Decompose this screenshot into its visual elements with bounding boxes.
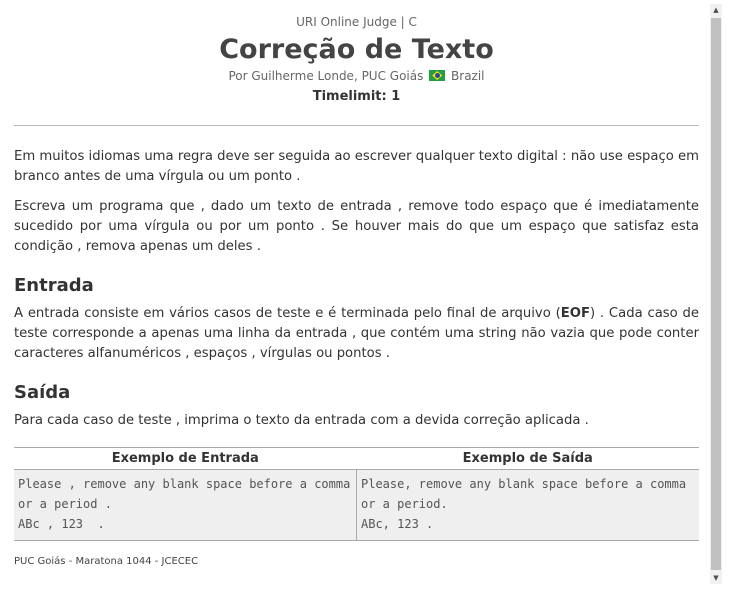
description-paragraph-2: Escreva um programa que , dado um texto … (14, 199, 699, 254)
problem-header: URI Online Judge | C Correção de Texto P… (14, 15, 699, 105)
problem-description: Em muitos idiomas uma regra deve ser seg… (14, 147, 699, 257)
timelimit-label: Timelimit: 1 (312, 89, 401, 104)
input-text-before: A entrada consiste em vários casos de te… (14, 306, 561, 321)
output-heading: Saída (14, 382, 71, 403)
brazil-flag-icon (429, 70, 446, 81)
author-name: Por Guilherme Londe, PUC Goiás (228, 69, 424, 83)
country-name: Brazil (451, 69, 485, 83)
problem-page: URI Online Judge | C Correção de Texto P… (14, 0, 699, 567)
output-description: Para cada caso de teste , imprima o text… (14, 413, 589, 428)
input-example-cell[interactable]: Please , remove any blank space before a… (14, 469, 357, 541)
input-heading: Entrada (14, 275, 94, 296)
scroll-up-arrow-icon[interactable]: ▲ (710, 4, 722, 16)
vertical-scrollbar[interactable]: ▲ ▼ (710, 4, 722, 584)
problem-title: Correção de Texto (219, 34, 494, 65)
output-example-cell[interactable]: Please, remove any blank space before a … (356, 469, 699, 541)
eof-label: EOF (560, 306, 590, 321)
output-example-header: Exemplo de Saída (356, 447, 699, 470)
scrollbar-thumb[interactable] (711, 18, 721, 570)
description-paragraph-1: Em muitos idiomas uma regra deve ser seg… (14, 149, 699, 184)
input-example-header: Exemplo de Entrada (14, 447, 357, 470)
input-example-text[interactable]: Please , remove any blank space before a… (18, 474, 352, 534)
footer-label: PUC Goiás - Maratona 1044 - JCECEC (14, 556, 199, 567)
input-description: A entrada consiste em vários casos de te… (14, 304, 699, 364)
header-divider (14, 125, 699, 126)
author-line: Por Guilherme Londe, PUC Goiás Brazil (14, 69, 699, 84)
origin-label: URI Online Judge | C (296, 15, 417, 29)
scroll-down-arrow-icon[interactable]: ▼ (710, 572, 722, 584)
examples-table: Exemplo de Entrada Exemplo de Saída Plea… (14, 447, 699, 541)
output-example-text[interactable]: Please, remove any blank space before a … (361, 474, 695, 534)
